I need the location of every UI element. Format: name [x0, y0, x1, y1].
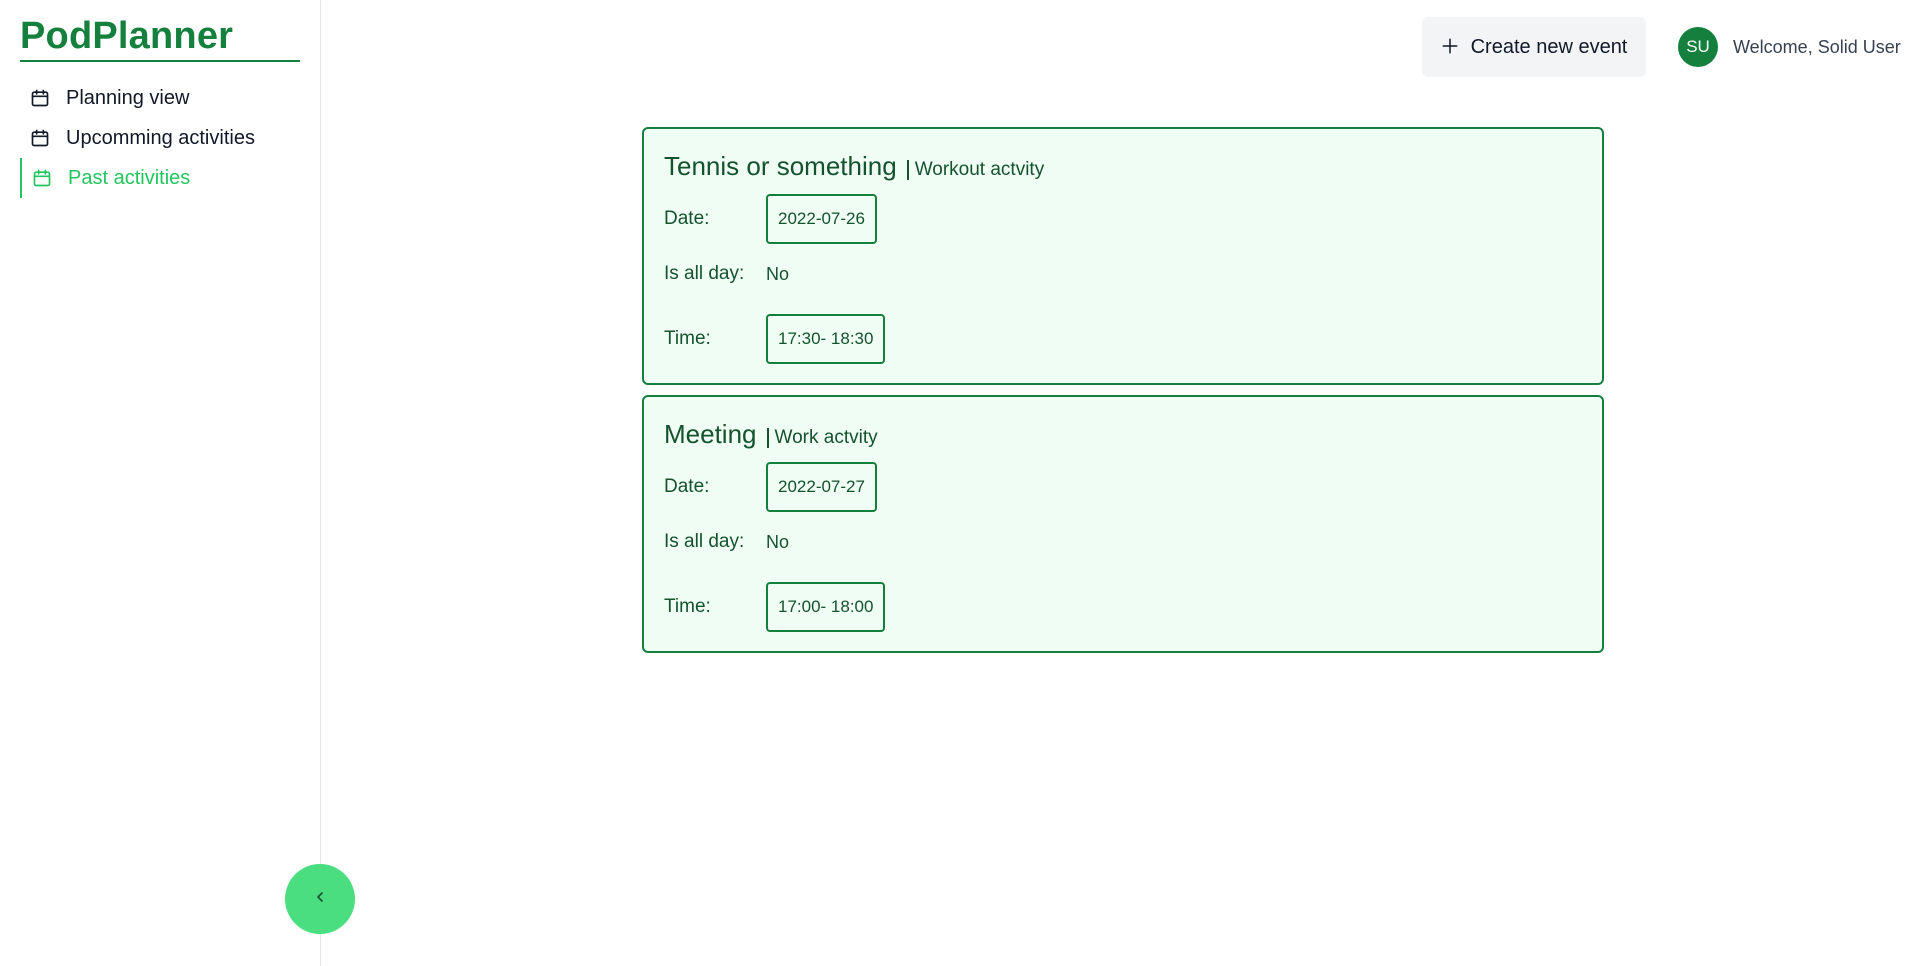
event-date-row: Date: 2022-07-26 — [664, 194, 877, 244]
sidebar-item-planning-view[interactable]: Planning view — [20, 78, 300, 118]
sidebar-item-label: Past activities — [68, 166, 191, 189]
event-date-row: Date: 2022-07-27 — [664, 462, 877, 512]
welcome-text: Welcome, Solid User — [1733, 36, 1901, 57]
event-header: Meeting Work actvity — [664, 419, 878, 450]
event-category: Workout actvity — [906, 160, 1044, 180]
event-title: Tennis or something — [664, 151, 897, 181]
event-category: Work actvity — [766, 428, 878, 448]
create-new-event-button[interactable]: Create new event — [1422, 17, 1646, 77]
event-time-row: Time: 17:00- 18:00 — [664, 582, 886, 632]
event-list: Tennis or something Workout actvity Date… — [642, 127, 1604, 663]
calendar-icon — [30, 128, 50, 148]
event-allday-row: Is all day: No — [664, 259, 789, 289]
user-menu[interactable]: SU Welcome, Solid User — [1678, 27, 1901, 67]
event-header: Tennis or something Workout actvity — [664, 151, 1044, 182]
sidebar-item-upcomming-activities[interactable]: Upcomming activities — [20, 118, 300, 158]
event-date-label: Date: — [664, 208, 710, 229]
app-root: PodPlanner Planning view Upcomming activ… — [0, 0, 1906, 966]
event-card: Tennis or something Workout actvity Date… — [642, 127, 1604, 385]
event-allday-value: No — [766, 531, 790, 552]
calendar-icon — [32, 168, 52, 188]
event-allday-label: Is all day: — [664, 263, 745, 284]
sidebar-item-past-activities[interactable]: Past activities — [20, 158, 300, 198]
event-time-value: 17:00- 18:00 — [766, 582, 886, 632]
event-time-label: Time: — [664, 328, 711, 349]
event-time-value: 17:30- 18:30 — [766, 314, 886, 364]
avatar[interactable]: SU — [1678, 27, 1718, 67]
plus-icon — [1441, 33, 1459, 59]
app-logo[interactable]: PodPlanner — [20, 14, 300, 62]
event-card: Meeting Work actvity Date: 2022-07-27 Is… — [642, 395, 1604, 653]
calendar-icon — [30, 88, 50, 108]
event-allday-row: Is all day: No — [664, 527, 789, 557]
sidebar-item-label: Upcomming activities — [66, 126, 255, 149]
event-allday-label: Is all day: — [664, 531, 745, 552]
event-date-value: 2022-07-27 — [766, 462, 877, 512]
sidebar-item-label: Planning view — [66, 86, 190, 109]
event-date-label: Date: — [664, 476, 710, 497]
create-new-event-label: Create new event — [1470, 35, 1628, 58]
collapse-sidebar-button[interactable] — [285, 864, 355, 934]
event-date-value: 2022-07-26 — [766, 194, 877, 244]
event-title: Meeting — [664, 419, 757, 449]
sidebar-nav: Planning view Upcomming activities Past … — [20, 78, 300, 198]
sidebar: PodPlanner Planning view Upcomming activ… — [0, 0, 321, 966]
event-time-label: Time: — [664, 596, 711, 617]
chevron-left-icon — [312, 889, 328, 910]
event-allday-value: No — [766, 263, 790, 284]
event-time-row: Time: 17:30- 18:30 — [664, 314, 886, 364]
